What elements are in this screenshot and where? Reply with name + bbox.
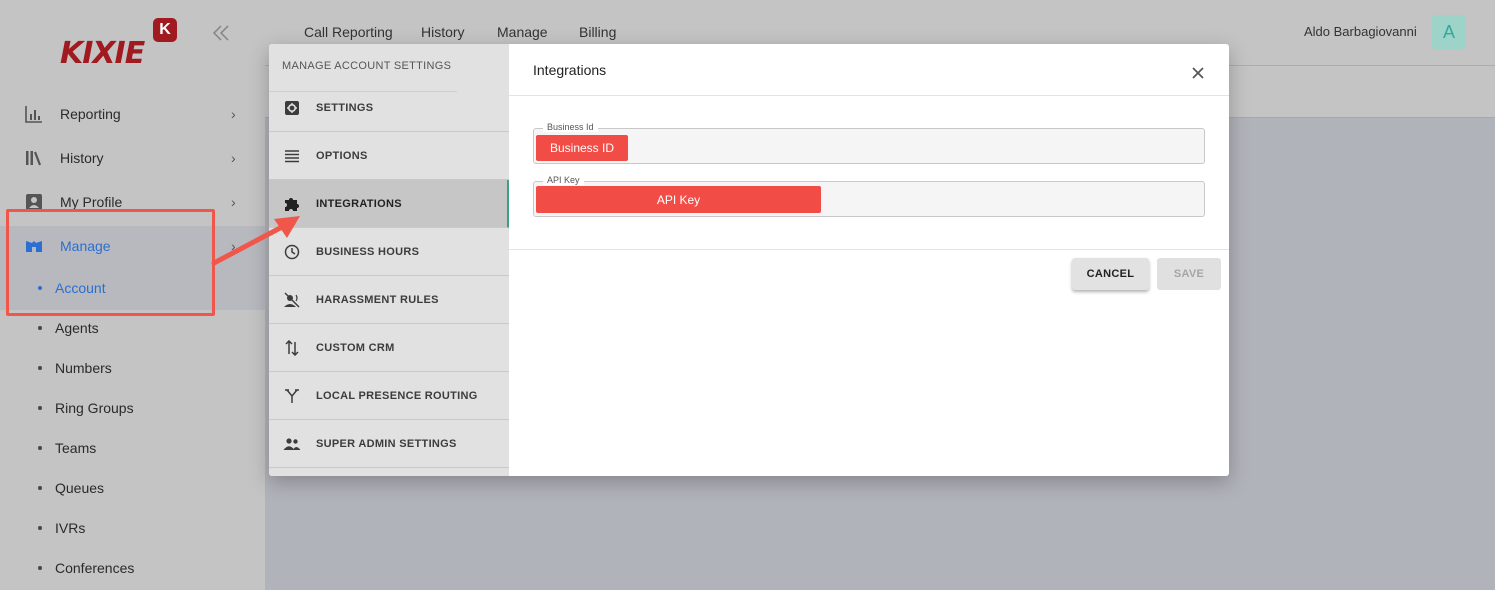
sidebar-subitem-teams[interactable]: Teams [38, 437, 238, 459]
menu-item-label: HARASSMENT RULES [316, 293, 439, 306]
menu-item-business-hours[interactable]: BUSINESS HOURS [269, 228, 509, 276]
topnav-history[interactable]: History [421, 24, 465, 40]
sidebar-item-reporting[interactable]: Reporting › [0, 94, 265, 134]
business-id-redaction: Business ID [536, 135, 628, 161]
api-key-redaction: API Key [536, 186, 821, 213]
menu-item-label: CUSTOM CRM [316, 341, 395, 354]
sidebar-subitem-conferences[interactable]: Conferences [38, 557, 238, 579]
subitem-label: IVRs [55, 520, 86, 536]
bullet [38, 526, 42, 530]
menu-item-super-admin-settings[interactable]: SUPER ADMIN SETTINGS [269, 420, 509, 468]
menu-item-custom-crm[interactable]: CUSTOM CRM [269, 324, 509, 372]
menu-item-label: INTEGRATIONS [316, 197, 402, 210]
menu-title: MANAGE ACCOUNT SETTINGS [282, 60, 452, 72]
subitem-label: Ring Groups [55, 400, 134, 416]
kixie-logo[interactable]: KIXIE K [58, 16, 183, 72]
puzzle-icon [283, 195, 301, 213]
annotation-highlight-box [6, 209, 215, 316]
fork-icon [283, 387, 301, 405]
cancel-button[interactable]: CANCEL [1072, 258, 1149, 290]
logo-badge: K [153, 18, 177, 42]
topnav-call-reporting[interactable]: Call Reporting [304, 24, 393, 40]
sidebar-item-history[interactable]: History › [0, 138, 265, 178]
subitem-label: Numbers [55, 360, 112, 376]
chevron-right-icon: › [231, 150, 236, 166]
sidebar-subitem-ring-groups[interactable]: Ring Groups [38, 397, 238, 419]
panel-title: Integrations [533, 62, 607, 78]
bullet [38, 406, 42, 410]
save-button[interactable]: SAVE [1157, 258, 1221, 290]
list-icon [283, 147, 301, 165]
subitem-label: Teams [55, 440, 97, 456]
chevron-down-icon: › [231, 238, 236, 254]
menu-item-label: BUSINESS HOURS [316, 245, 420, 258]
clock-icon [283, 243, 301, 261]
sidebar-item-label: History [60, 150, 104, 166]
close-icon[interactable] [1189, 64, 1207, 82]
menu-item-options[interactable]: OPTIONS [269, 132, 509, 180]
menu-item-local-presence-routing[interactable]: LOCAL PRESENCE ROUTING [269, 372, 509, 420]
api-key-field[interactable]: API Key API Key [533, 175, 1205, 217]
bullet [38, 366, 42, 370]
voice-off-icon [283, 291, 301, 309]
integrations-panel: Integrations Business Id Business ID API… [509, 44, 1229, 476]
topnav-billing[interactable]: Billing [579, 24, 616, 40]
logo-text: KIXIE [60, 36, 145, 71]
sidebar-subitem-numbers[interactable]: Numbers [38, 357, 238, 379]
bullet [38, 326, 42, 330]
menu-item-label: OPTIONS [316, 149, 368, 162]
business-id-field[interactable]: Business Id Business ID [533, 122, 1205, 164]
menu-item-label: SUPER ADMIN SETTINGS [316, 437, 457, 450]
books-icon [24, 148, 44, 168]
settings-menu: MANAGE ACCOUNT SETTINGS SETTINGS OPTIONS… [269, 44, 509, 476]
swap-vertical-icon [283, 339, 301, 357]
bullet [38, 486, 42, 490]
api-key-label: API Key [543, 175, 584, 185]
divider [509, 249, 1229, 250]
double-chevron-left-icon[interactable] [209, 22, 233, 44]
business-id-input[interactable] [534, 129, 1204, 163]
topnav-manage[interactable]: Manage [497, 24, 548, 40]
sidebar-item-label: My Profile [60, 194, 123, 210]
people-icon [283, 435, 301, 453]
manage-account-settings-modal: MANAGE ACCOUNT SETTINGS SETTINGS OPTIONS… [269, 44, 1229, 476]
sidebar-subitem-ivrs[interactable]: IVRs [38, 517, 238, 539]
subitem-label: Conferences [55, 560, 135, 576]
subitem-label: Queues [55, 480, 105, 496]
subitem-label: Agents [55, 320, 99, 336]
menu-item-label: LOCAL PRESENCE ROUTING [316, 389, 478, 402]
menu-item-label: SETTINGS [316, 101, 374, 114]
avatar[interactable]: A [1432, 15, 1466, 49]
user-name[interactable]: Aldo Barbagiovanni [1304, 24, 1417, 39]
business-id-label: Business Id [543, 122, 598, 132]
sidebar-item-label: Reporting [60, 106, 121, 122]
menu-item-harassment-rules[interactable]: HARASSMENT RULES [269, 276, 509, 324]
bar-chart-icon [24, 104, 44, 124]
menu-item-integrations[interactable]: INTEGRATIONS [269, 180, 509, 228]
menu-item-settings[interactable]: SETTINGS [269, 84, 509, 132]
sidebar-subitem-agents[interactable]: Agents [38, 317, 238, 339]
chevron-right-icon: › [231, 106, 236, 122]
divider [509, 95, 1229, 96]
bullet [38, 446, 42, 450]
bullet [38, 566, 42, 570]
gear-icon [283, 99, 301, 117]
chevron-right-icon: › [231, 194, 236, 210]
sidebar-subitem-queues[interactable]: Queues [38, 477, 238, 499]
